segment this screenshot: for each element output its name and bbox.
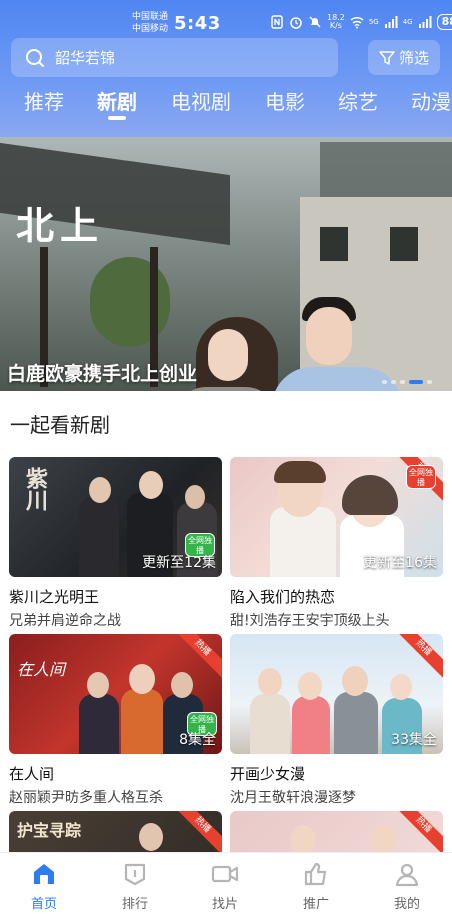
drama-thumbnail[interactable]: 紫川 全网独播 更新至12集: [9, 457, 222, 577]
drama-title[interactable]: 陷入我们的热恋: [230, 586, 443, 607]
carousel-dot[interactable]: [400, 380, 405, 384]
system-icons: 18.2 K/s 5G 4G 88: [270, 14, 452, 30]
drama-thumbnail[interactable]: 热播 33集全: [230, 634, 443, 754]
tab-anime[interactable]: 动漫: [411, 86, 451, 115]
signal-2-label: 4G: [402, 18, 413, 26]
thumbnail-title-art: 护宝寻踪: [17, 821, 82, 840]
drama-subtitle: 兄弟并肩逆命之战: [9, 613, 121, 629]
drama-thumbnail[interactable]: 在人间 热播 全网独播 8集全: [9, 634, 222, 754]
carousel-dot[interactable]: [391, 380, 396, 384]
network-speed: 18.2 K/s: [327, 13, 345, 30]
search-input[interactable]: 韶华若锦: [11, 38, 338, 77]
search-placeholder: 韶华若锦: [55, 49, 116, 67]
nfc-icon: [271, 15, 283, 29]
drama-subtitle: 沈月王敬轩浪漫逐梦: [230, 790, 356, 806]
carousel-dot[interactable]: [427, 380, 432, 384]
drama-card[interactable]: 热播 全网独播 更新至16集 陷入我们的热恋 甜!刘浩存王安宇顶级上头: [230, 457, 443, 630]
episode-status: 8集全: [179, 732, 216, 748]
carousel-dot-active[interactable]: [409, 380, 423, 384]
clock: 5:43: [174, 13, 221, 34]
drama-subtitle: 赵丽颖尹昉多重人格互杀: [9, 790, 163, 806]
drama-card[interactable]: 紫川 全网独播 更新至12集 紫川之光明王 兄弟并肩逆命之战: [9, 457, 222, 630]
signal-bars-icon: [418, 16, 432, 28]
exclusive-mini-badge: 全网独播: [406, 465, 436, 489]
nav-discover[interactable]: 找片: [195, 861, 255, 912]
drama-subtitle: 甜!刘浩存王安宇顶级上头: [230, 613, 390, 629]
home-icon: [34, 864, 54, 884]
drama-card[interactable]: 热播 33集全 开画少女漫 沈月王敬轩浪漫逐梦: [230, 634, 443, 807]
carousel-dots: [382, 380, 432, 384]
drama-title[interactable]: 开画少女漫: [230, 763, 443, 784]
thumbnail-title-art: 在人间: [17, 660, 66, 679]
battery-indicator: 88: [436, 14, 452, 30]
signal-bars-icon: [384, 16, 398, 28]
tab-movies[interactable]: 电影: [265, 86, 305, 115]
hero-banner[interactable]: 北上 全网 独播 白鹿欧豪携手北上创业: [0, 137, 452, 391]
carousel-dot[interactable]: [382, 380, 387, 384]
episode-status: 更新至16集: [363, 555, 437, 571]
tab-variety[interactable]: 综艺: [338, 86, 378, 115]
nav-promote[interactable]: 推广: [286, 861, 346, 912]
alarm-icon: [290, 17, 302, 29]
search-icon: [26, 48, 44, 67]
active-tab-indicator: [108, 116, 126, 120]
top-header: 中国联通 中国移动 5:43 18.2 K/s 5G 4G 88 韶华若锦 筛选…: [0, 0, 452, 137]
carrier-2: 中国移动: [132, 24, 169, 34]
filter-button[interactable]: 筛选: [368, 40, 440, 75]
episode-status: 33集全: [391, 732, 437, 748]
tab-recommend[interactable]: 推荐: [24, 86, 64, 115]
thumbnail-title-art: 紫川: [22, 467, 48, 511]
banner-logo: 北上: [16, 203, 105, 248]
nav-home[interactable]: 首页: [14, 861, 74, 912]
banner-caption: 白鹿欧豪携手北上创业: [7, 363, 198, 385]
bottom-navigation: 首页 排行 找片 推广 我的: [0, 852, 452, 921]
episode-status: 更新至12集: [142, 555, 216, 571]
carrier-1: 中国联通: [132, 12, 169, 22]
wifi-icon: [350, 16, 364, 29]
profile-icon: [395, 863, 419, 887]
ranking-icon: [124, 863, 146, 886]
thumbs-up-icon: [304, 862, 327, 886]
signal-1-label: 5G: [368, 18, 379, 26]
filter-label: 筛选: [398, 49, 429, 67]
tab-new-drama[interactable]: 新剧: [97, 86, 137, 115]
drama-card[interactable]: 在人间 热播 全网独播 8集全 在人间 赵丽颖尹昉多重人格互杀: [9, 634, 222, 807]
nav-profile[interactable]: 我的: [377, 861, 437, 912]
category-tabs: 推荐 新剧 电视剧 电影 综艺 动漫: [0, 86, 452, 126]
mute-icon: [309, 16, 321, 28]
tab-tv-series[interactable]: 电视剧: [171, 86, 231, 115]
drama-title[interactable]: 在人间: [9, 763, 222, 784]
section-title: 一起看新剧: [10, 413, 110, 437]
filter-icon: [379, 50, 395, 65]
status-bar: 中国联通 中国移动 5:43 18.2 K/s 5G 4G 88: [0, 0, 452, 38]
carrier-info: 中国联通 中国移动: [132, 11, 168, 35]
video-camera-icon: [211, 865, 239, 883]
drama-thumbnail[interactable]: 热播 全网独播 更新至16集: [230, 457, 443, 577]
drama-title[interactable]: 紫川之光明王: [9, 586, 222, 607]
nav-ranking[interactable]: 排行: [105, 861, 165, 912]
